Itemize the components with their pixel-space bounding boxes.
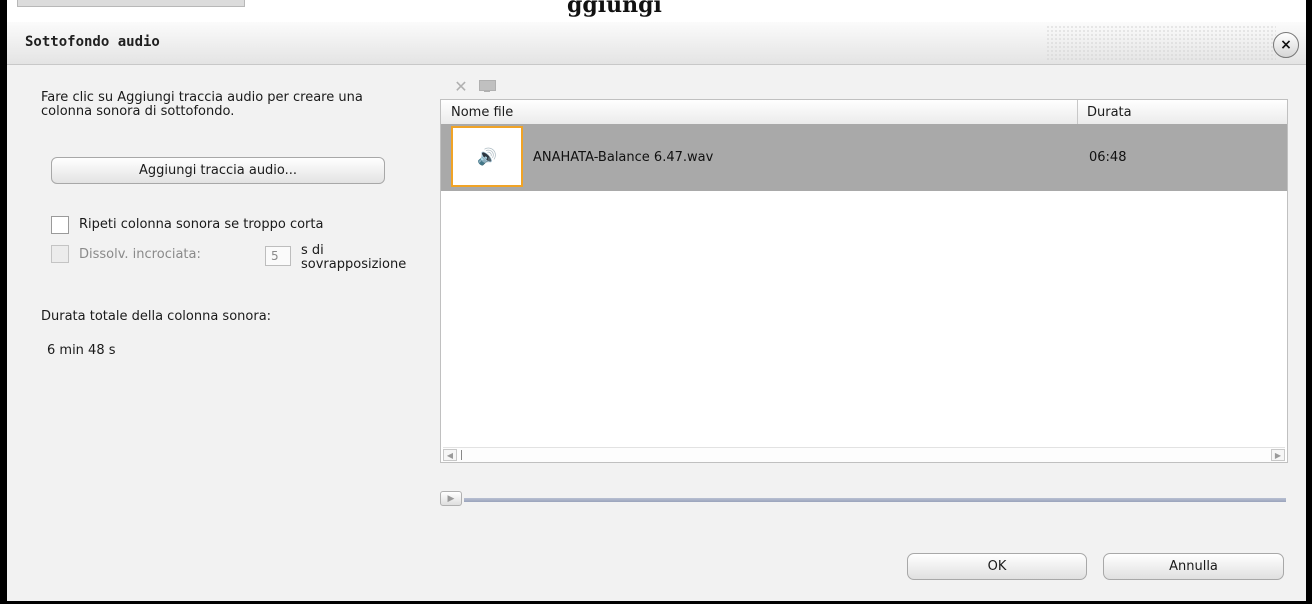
overlap-seconds-label: s di sovrapposizione xyxy=(301,243,407,272)
dialog-title: Sottofondo audio xyxy=(25,34,160,50)
scroll-left-icon[interactable]: ◀ xyxy=(443,449,457,461)
play-button[interactable]: ▶ xyxy=(440,491,462,506)
scroll-right-icon[interactable]: ▶ xyxy=(1271,449,1285,461)
speaker-icon: 🔊 xyxy=(477,147,497,166)
background-partial-title: ggiungi xyxy=(567,0,662,18)
track-duration: 06:48 xyxy=(1089,150,1127,165)
instructions-text: Fare clic su Aggiungi traccia audio per … xyxy=(41,90,363,119)
options-panel: Fare clic su Aggiungi traccia audio per … xyxy=(7,65,437,601)
background-window-strip: ggiungi xyxy=(7,0,1306,22)
add-audio-track-button[interactable]: Aggiungi traccia audio... xyxy=(51,157,385,184)
close-icon: × xyxy=(1280,37,1292,53)
column-separator[interactable] xyxy=(1077,100,1078,124)
titlebar-pattern xyxy=(1046,25,1276,61)
close-button[interactable]: × xyxy=(1273,32,1299,58)
column-header-duration[interactable]: Durata xyxy=(1087,105,1132,120)
repeat-soundtrack-checkbox[interactable] xyxy=(51,216,69,234)
ok-button[interactable]: OK xyxy=(907,553,1087,580)
play-icon: ▶ xyxy=(447,493,455,504)
preview-player: ▶ xyxy=(440,488,1286,508)
background-audio-dialog: Sottofondo audio × Fare clic su Aggiungi… xyxy=(7,22,1306,601)
total-duration-value: 6 min 48 s xyxy=(47,343,116,358)
repeat-soundtrack-label: Ripeti colonna sonora se troppo corta xyxy=(79,217,324,232)
crossfade-seconds-input[interactable]: 5 xyxy=(265,246,291,266)
list-header: Nome file Durata xyxy=(441,100,1287,125)
horizontal-scrollbar[interactable]: ◀ ▶ xyxy=(443,447,1285,462)
window-frame-left xyxy=(0,0,7,604)
track-filename: ANAHATA-Balance 6.47.wav xyxy=(533,150,714,165)
track-toolbar: ✕ xyxy=(451,77,497,96)
table-row[interactable]: 🔊 ANAHATA-Balance 6.47.wav 06:48 xyxy=(441,124,1287,191)
crossfade-label: Dissolv. incrociata: xyxy=(79,247,201,262)
audio-track-list: Nome file Durata 🔊 ANAHATA-Balance 6.47.… xyxy=(440,99,1288,463)
cancel-button[interactable]: Annulla xyxy=(1103,553,1284,580)
monitor-icon[interactable] xyxy=(477,77,497,95)
total-duration-label: Durata totale della colonna sonora: xyxy=(41,309,272,324)
column-header-filename[interactable]: Nome file xyxy=(451,105,513,120)
crossfade-checkbox[interactable] xyxy=(51,245,69,263)
playback-track[interactable] xyxy=(464,498,1286,502)
background-tab xyxy=(17,0,245,7)
scrollbar-thumb[interactable] xyxy=(461,450,468,460)
window-frame-right xyxy=(1306,0,1312,604)
track-thumbnail[interactable]: 🔊 xyxy=(451,126,523,187)
dialog-titlebar[interactable]: Sottofondo audio × xyxy=(7,22,1306,65)
delete-icon[interactable]: ✕ xyxy=(451,77,471,96)
